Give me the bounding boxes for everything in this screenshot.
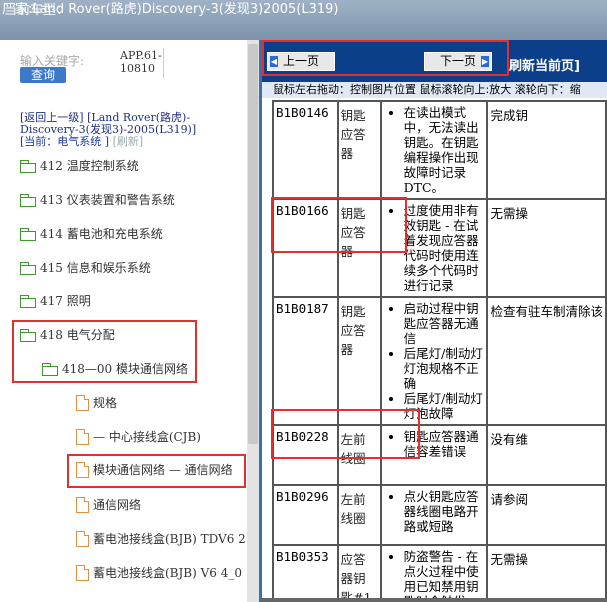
highlight-box-418 <box>12 320 197 383</box>
dtc-table: B1B0146钥匙应答器在读出模式中，无法读出钥匙。在钥匙编程操作出现故障时记录… <box>272 100 607 602</box>
tree-item-label: 414 蓄电池和充电系统 <box>40 227 163 241</box>
dtc-description-item: 过度使用非有效钥匙 - 在试着发现应答器代码时使用连续多个代码时进行记录 <box>404 203 485 293</box>
dtc-action: 无需操 <box>486 198 607 298</box>
dtc-action: 完成钥 <box>486 100 607 200</box>
dtc-component: 应答器钥匙#1 <box>336 544 382 602</box>
refresh-page-button[interactable]: 刷新当前页] <box>509 55 580 74</box>
tree-item-label: 417 照明 <box>40 294 91 308</box>
dtc-action: 检查有驻车制清除该 <box>486 296 607 426</box>
scrollbar-thumb[interactable] <box>248 44 258 444</box>
dtc-description: 启动过程中钥匙应答器无通信后尾灯/制动灯灯泡规格不正确后尾灯/制动灯灯泡故障 <box>379 296 489 426</box>
folder-icon <box>20 160 36 173</box>
tree-item-label: 蓄电池接线盒(BJB) TDV6 2 <box>93 532 246 546</box>
viewer-bottom-border <box>262 598 607 602</box>
document-icon <box>76 497 89 513</box>
tree-item-label: 规格 <box>93 396 118 410</box>
dtc-row: B1B0296左前线圈点火钥匙应答器线圈电路开路或短路请参阅 <box>272 484 607 546</box>
tree-item-cjb[interactable]: — 中心接线盒(CJB) <box>76 428 201 446</box>
dtc-description: 点火钥匙应答器线圈电路开路或短路 <box>379 484 489 546</box>
tree-item-label: 通信网络 <box>93 498 142 512</box>
app-code-line1: APP.61- <box>120 49 162 62</box>
dtc-code: B1B0187 <box>272 296 339 426</box>
dtc-component: 左前线圈 <box>336 484 382 546</box>
dtc-description-item: 启动过程中钥匙应答器无通信 <box>404 301 485 346</box>
car-model-label: 当前车型： <box>4 3 70 18</box>
title-bar: 当前车型： 厂家:Land Rover(路虎)Discovery-3(发现3)2… <box>0 0 607 40</box>
document-icon <box>76 565 89 581</box>
dtc-row: B1B0353应答器钥匙#1 防盗警告 - 在点火过程中使用已知禁用钥匙时会触发。… <box>272 544 607 602</box>
dtc-component: 钥匙应答器 <box>336 296 382 426</box>
highlight-box-page-nav <box>262 40 509 76</box>
dtc-description-item: 在读出模式中，无法读出钥匙。在钥匙编程操作出现故障时记录 DTC。 <box>404 105 485 195</box>
viewer-hint-text: 鼠标左右拖动：控制图片位置 鼠标滚轮向上:放大 滚轮向下：缩 <box>273 83 581 96</box>
highlight-box-selected-doc <box>67 454 246 488</box>
dtc-description-item: 后尾灯/制动灯灯泡规格不正确 <box>404 346 485 391</box>
tree-item-label: 蓄电池接线盒(BJB) V6 4_0 <box>93 566 243 580</box>
app-code: APP.61- 10810 <box>120 49 162 75</box>
dtc-code: B1B0296 <box>272 484 339 546</box>
dtc-description: 防盗警告 - 在点火过程中使用已知禁用钥匙时会触发。 <box>379 544 489 602</box>
tree-item-412[interactable]: 412 温度控制系统 <box>20 157 139 175</box>
viewer-hint: 鼠标左右拖动：控制图片位置 鼠标滚轮向上:放大 滚轮向下：缩 <box>262 82 607 98</box>
tree-item-bjb-v6[interactable]: 蓄电池接线盒(BJB) V6 4_0 <box>76 564 242 582</box>
tree-item-414[interactable]: 414 蓄电池和充电系统 <box>20 225 163 243</box>
dtc-description: 在读出模式中，无法读出钥匙。在钥匙编程操作出现故障时记录 DTC。 <box>379 100 489 200</box>
left-scrollbar[interactable] <box>247 40 259 602</box>
app-code-line2: 10810 <box>120 62 155 75</box>
folder-icon <box>20 228 36 241</box>
tree-item-bjb-tdv6[interactable]: 蓄电池接线盒(BJB) TDV6 2 <box>76 530 246 548</box>
tree-item-label: 413 仪表装置和警告系统 <box>40 193 175 207</box>
tree-item-label: — 中心接线盒(CJB) <box>93 430 201 444</box>
dtc-action: 请参阅 <box>486 484 607 546</box>
tree-item-specs[interactable]: 规格 <box>76 394 117 412</box>
highlight-box-b1b0166 <box>271 197 407 253</box>
tree-item-label: 415 信息和娱乐系统 <box>40 261 151 275</box>
dtc-code: B1B0146 <box>272 100 339 200</box>
highlight-box-b1b0228 <box>271 409 420 459</box>
tree-item-417[interactable]: 417 照明 <box>20 292 91 310</box>
document-icon <box>76 429 89 445</box>
tree-item-415[interactable]: 415 信息和娱乐系统 <box>20 259 151 277</box>
dtc-row: B1B0187钥匙应答器启动过程中钥匙应答器无通信后尾灯/制动灯灯泡规格不正确后… <box>272 296 607 426</box>
left-panel: 输入关键字: 查询 APP.61- 10810 [返回上一级] [Land Ro… <box>0 40 262 602</box>
dtc-row: B1B0146钥匙应答器在读出模式中，无法读出钥匙。在钥匙编程操作出现故障时记录… <box>272 100 607 200</box>
current-location: [当前：电气系统 ] <box>20 135 110 148</box>
dtc-action: 没有维 <box>486 424 607 486</box>
refresh-link[interactable]: [刷新] <box>113 135 144 148</box>
breadcrumb: [返回上一级] [Land Rover(路虎)-Discovery-3(发现3)… <box>20 112 220 148</box>
tree-item-label: 412 温度控制系统 <box>40 159 139 173</box>
tree-item-comm-network[interactable]: 通信网络 <box>76 496 141 514</box>
document-viewer: ◀ 上一页 下一页 ▶ 刷新当前页] 鼠标左右拖动：控制图片位置 鼠标滚轮向上:… <box>262 40 607 602</box>
search-button[interactable]: 查询 <box>20 67 66 83</box>
dtc-description-item: 点火钥匙应答器线圈电路开路或短路 <box>404 489 485 534</box>
dtc-code: B1B0353 <box>272 544 339 602</box>
tree-item-413[interactable]: 413 仪表装置和警告系统 <box>20 191 175 209</box>
folder-icon <box>20 262 36 275</box>
folder-icon <box>20 194 36 207</box>
viewer-toolbar: ◀ 上一页 下一页 ▶ 刷新当前页] <box>262 40 607 82</box>
document-icon <box>76 395 89 411</box>
dtc-action: 无需操 <box>486 544 607 602</box>
folder-icon <box>20 295 36 308</box>
dtc-description-item: 防盗警告 - 在点火过程中使用已知禁用钥匙时会触发。 <box>404 549 485 602</box>
dtc-component: 钥匙应答器 <box>336 100 382 200</box>
document-icon <box>76 531 89 547</box>
